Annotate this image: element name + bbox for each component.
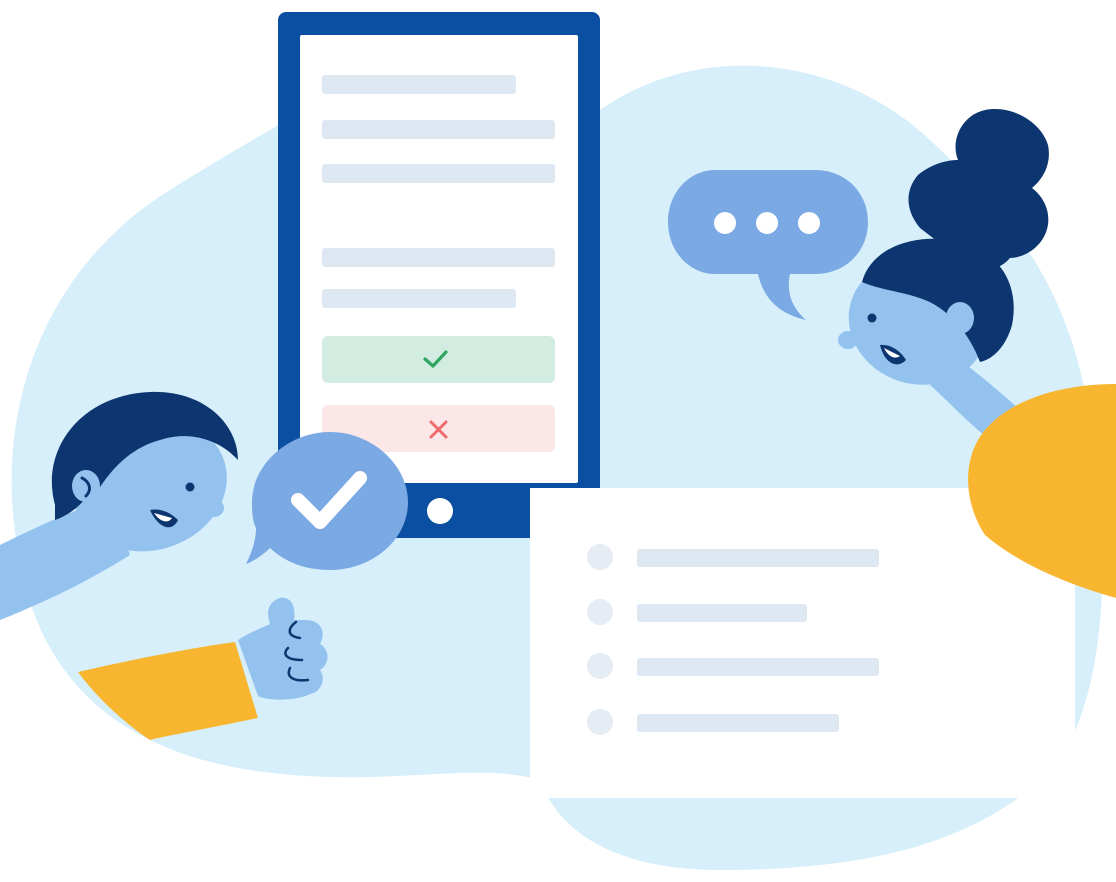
text-line xyxy=(322,75,516,94)
bullet-icon xyxy=(587,599,613,625)
device-home-button xyxy=(427,498,453,524)
list-text-line xyxy=(637,658,879,676)
list-text-line xyxy=(637,549,879,567)
illustration-scene xyxy=(0,0,1116,882)
list-text-line xyxy=(637,714,839,732)
woman-nose xyxy=(838,331,858,349)
list-text-line xyxy=(637,604,807,622)
woman-ear xyxy=(946,302,974,334)
bullet-icon xyxy=(587,709,613,735)
bullet-icon xyxy=(587,544,613,570)
bullet-icon xyxy=(587,653,613,679)
text-line xyxy=(322,164,555,183)
ellipsis-icon xyxy=(714,212,820,234)
text-line xyxy=(322,289,516,308)
illustration-svg xyxy=(0,12,1116,870)
text-line xyxy=(322,120,555,139)
text-line xyxy=(322,248,555,267)
man-eye xyxy=(185,482,195,492)
man-nose xyxy=(204,499,224,517)
woman-eye xyxy=(867,313,877,323)
